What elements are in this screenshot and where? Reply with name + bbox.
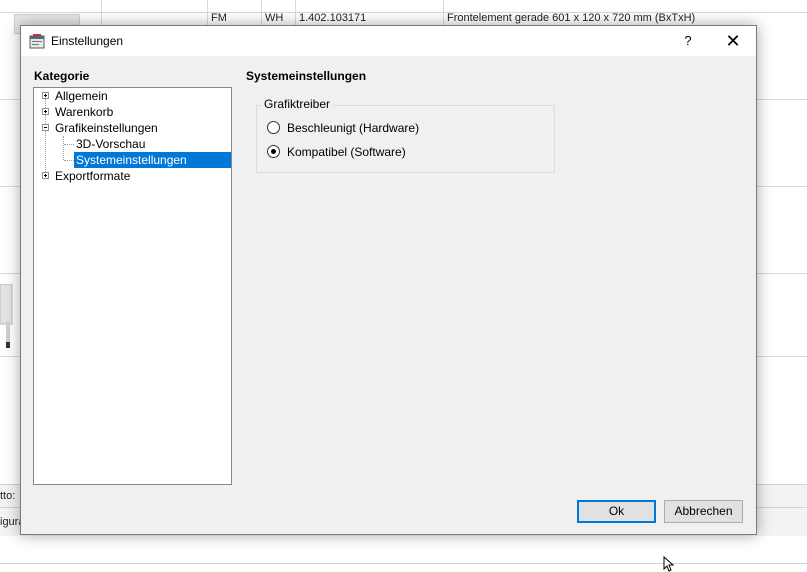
- collapse-icon[interactable]: [42, 124, 49, 131]
- graphics-driver-group: [256, 105, 555, 173]
- cancel-button[interactable]: Abbrechen: [664, 500, 743, 523]
- table-cell: Frontelement gerade 601 x 120 x 720 mm (…: [447, 12, 696, 24]
- category-tree[interactable]: Allgemein Warenkorb Grafikeinstellungen …: [33, 87, 232, 485]
- tree-item-grafikeinstellungen[interactable]: Grafikeinstellungen: [55, 120, 158, 136]
- settings-window-icon: [29, 34, 45, 49]
- tree-item-exportformate[interactable]: Exportformate: [55, 168, 130, 184]
- tree-item-allgemein[interactable]: Allgemein: [55, 88, 108, 104]
- mouse-cursor-icon: [663, 556, 675, 572]
- ok-button[interactable]: Ok: [577, 500, 656, 523]
- radio-button-checked[interactable]: [267, 145, 280, 158]
- expand-icon[interactable]: [42, 108, 49, 115]
- section-title: Systemeinstellungen: [246, 69, 367, 83]
- tree-item-3d-vorschau[interactable]: 3D-Vorschau: [76, 136, 145, 152]
- radio-label: Beschleunigt (Hardware): [287, 121, 420, 135]
- radio-button[interactable]: [267, 121, 280, 134]
- product-image: [0, 284, 13, 348]
- expand-icon[interactable]: [42, 92, 49, 99]
- tree-connector: [64, 144, 74, 146]
- tree-item-systemeinstellungen[interactable]: Systemeinstellungen: [74, 152, 231, 168]
- table-cell: FM: [211, 12, 227, 24]
- dialog-title: Einstellungen: [51, 34, 124, 48]
- status-label: tto:: [0, 490, 16, 502]
- title-bar[interactable]: Einstellungen ? ✕: [21, 26, 756, 56]
- close-icon: ✕: [725, 31, 741, 51]
- expand-icon[interactable]: [42, 172, 49, 179]
- tree-connector: [63, 136, 65, 160]
- table-cell: 1.402.103171: [299, 12, 367, 24]
- group-label: Grafiktreiber: [261, 97, 334, 111]
- tree-item-warenkorb[interactable]: Warenkorb: [55, 104, 113, 120]
- help-button[interactable]: ?: [670, 26, 706, 56]
- tree-connector: [64, 160, 74, 162]
- category-label: Kategorie: [34, 69, 90, 83]
- grid-line: [0, 563, 807, 564]
- settings-dialog: Einstellungen ? ✕ Kategorie Allgemein Wa…: [20, 25, 757, 535]
- radio-label: Kompatibel (Software): [287, 145, 406, 159]
- close-button[interactable]: ✕: [710, 26, 756, 56]
- table-cell: WH: [265, 12, 284, 24]
